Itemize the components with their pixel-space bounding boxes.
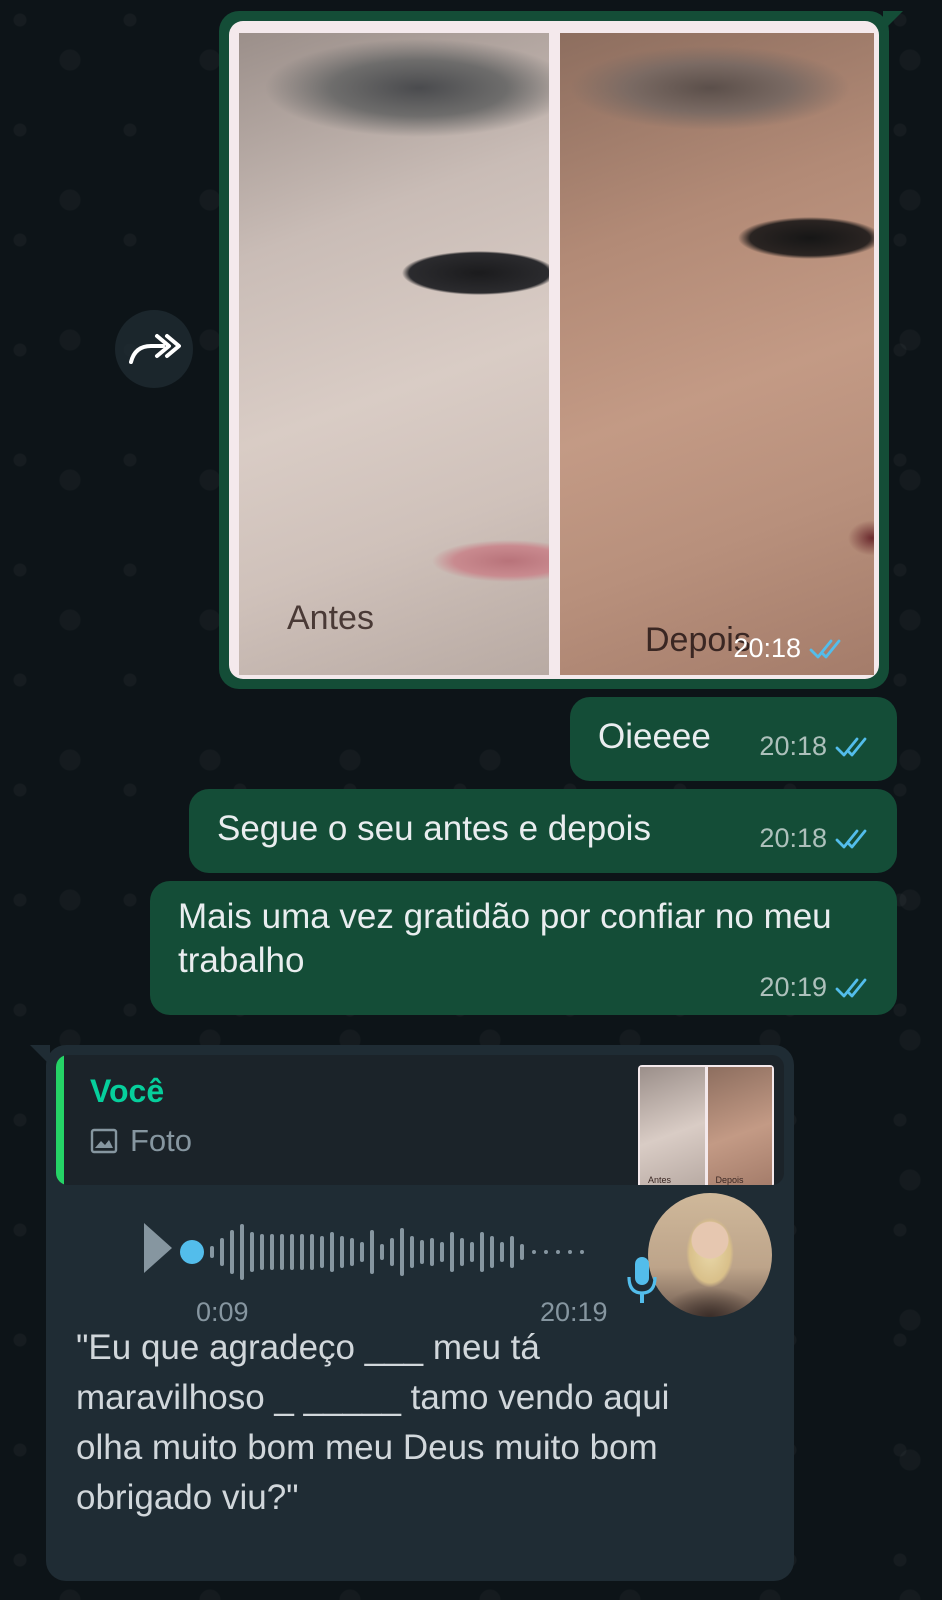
image-icon (90, 1128, 118, 1154)
double-check-icon (835, 978, 867, 997)
message-text: Mais uma vez gratidão por confiar no meu… (178, 897, 832, 980)
message-time: 20:18 (759, 731, 827, 761)
bubble-tail (30, 1045, 50, 1065)
message-meta: 20:18 (759, 823, 875, 854)
message-meta: 20:18 (733, 633, 849, 664)
double-check-icon (835, 829, 867, 848)
audio-waveform[interactable] (180, 1220, 610, 1290)
image-message[interactable]: Antes Depois 20:18 (219, 11, 903, 689)
outgoing-message[interactable]: Mais uma vez gratidão por confiar no meu… (150, 881, 897, 1015)
quote-type: Foto (90, 1123, 192, 1159)
message-text: Oieeee (598, 717, 711, 756)
message-text: Segue o seu antes e depois (217, 809, 651, 848)
play-icon[interactable] (142, 1217, 174, 1279)
quote-thumbnail: Antes Depois (638, 1065, 774, 1185)
bubble-tail (883, 11, 903, 31)
after-photo (560, 33, 874, 675)
forward-arrow-icon (129, 334, 181, 364)
quote-accent-bar (56, 1055, 64, 1185)
quote-type-label: Foto (130, 1123, 193, 1158)
thumbnail-after: Depois (707, 1067, 772, 1185)
thumbnail-before-label: Antes (648, 1175, 672, 1185)
message-meta: 20:19 (759, 972, 875, 1003)
thumbnail-before: Antes (640, 1067, 705, 1185)
quoted-message[interactable]: Você Foto Antes Depois (56, 1055, 784, 1185)
double-check-icon (835, 737, 867, 756)
incoming-voice-message[interactable]: Você Foto Antes Depois 0:09 20:19 "Eu qu… (30, 1045, 794, 1581)
avatar[interactable] (648, 1193, 772, 1317)
forward-button[interactable] (115, 310, 193, 388)
microphone-icon (627, 1257, 657, 1303)
message-time: 20:18 (733, 633, 801, 663)
voice-transcript: "Eu que agradeço ___ meu tá maravilhoso … (76, 1328, 670, 1517)
message-meta: 20:18 (759, 731, 875, 762)
message-time: 20:19 (759, 972, 827, 1002)
chat-background: Antes Depois 20:18 Oieeee 20:18 Segue o … (0, 0, 942, 1600)
message-time: 20:18 (759, 823, 827, 853)
outgoing-message[interactable]: Segue o seu antes e depois 20:18 (189, 789, 897, 873)
before-photo (239, 33, 549, 675)
outgoing-message[interactable]: Oieeee 20:18 (570, 697, 897, 781)
before-label: Antes (287, 599, 374, 637)
quote-author: Você (90, 1073, 165, 1109)
thumbnail-after-label: Depois (715, 1175, 744, 1185)
before-after-photo[interactable]: Antes Depois 20:18 (229, 21, 879, 679)
double-check-icon (809, 639, 841, 658)
